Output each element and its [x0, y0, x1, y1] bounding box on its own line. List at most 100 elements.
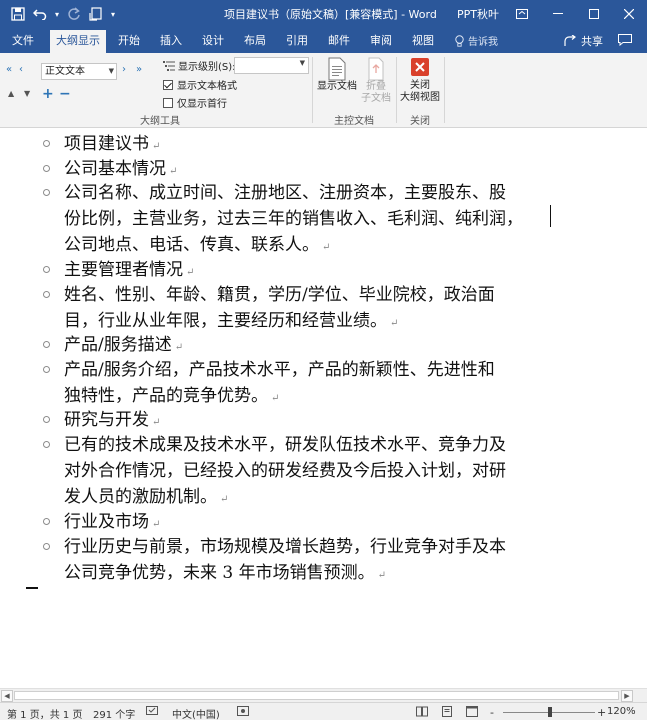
- demote-to-body-icon[interactable]: »: [136, 64, 142, 75]
- save-icon[interactable]: [8, 5, 28, 23]
- outline-bullet-icon[interactable]: [43, 189, 50, 196]
- paragraph-mark-icon: ↵: [390, 318, 399, 329]
- maximize-icon[interactable]: [576, 0, 612, 28]
- outline-bullet-icon[interactable]: [43, 518, 50, 525]
- ribbon-panel: « ‹ 正文文本 ▼ › » ▲ ▼ + − 显示级别(S): ▼ 显示文本格式…: [0, 53, 647, 128]
- group-label-master-document: 主控文档: [334, 116, 374, 127]
- group-label-close: 关闭: [410, 116, 430, 127]
- tab-layout[interactable]: 布局: [237, 28, 273, 53]
- group-separator: [444, 57, 445, 123]
- outline-bullet-icon[interactable]: [43, 416, 50, 423]
- tab-home[interactable]: 开始: [111, 28, 147, 53]
- outline-bullet-icon[interactable]: [43, 140, 50, 147]
- customize-qat-icon[interactable]: ▾: [108, 5, 118, 23]
- paragraph-mark-icon: ↵: [152, 417, 161, 428]
- show-first-line-only-checkbox[interactable]: [163, 97, 173, 108]
- show-text-formatting-label: 显示文本格式: [177, 81, 237, 92]
- show-level-label: 显示级别(S):: [178, 62, 236, 73]
- language[interactable]: 中文(中国): [172, 706, 220, 720]
- print-layout-icon[interactable]: [441, 706, 453, 720]
- collapse-subdocuments-button[interactable]: 折叠 子文档: [359, 57, 393, 105]
- paragraph-mark-icon: ↵: [271, 393, 280, 404]
- outline-text: 公司名称、成立时间、注册地区、注册资本，主要股东、股 份比例，主营业务，过去三年…: [64, 183, 523, 255]
- close-outline-view-label-2: 大纲视图: [400, 92, 440, 103]
- tab-outline[interactable]: 大纲显示: [50, 30, 106, 53]
- demote-icon[interactable]: ›: [122, 64, 126, 75]
- tell-me-box[interactable]: 告诉我: [455, 28, 498, 53]
- tab-view[interactable]: 视图: [405, 28, 441, 53]
- close-icon[interactable]: [611, 0, 647, 28]
- zoom-out-button[interactable]: -: [490, 706, 494, 719]
- show-text-formatting-checkbox[interactable]: [163, 79, 173, 90]
- outline-level-select[interactable]: 正文文本 ▼: [41, 63, 117, 80]
- title-bar: ▾ ▾ 项目建议书（原始文稿）[兼容模式] - Word PPT秋叶: [0, 0, 647, 28]
- outline-bullet-icon[interactable]: [43, 341, 50, 348]
- word-count[interactable]: 291 个字: [93, 706, 135, 720]
- undo-icon[interactable]: [30, 5, 50, 23]
- outline-text: 产品/服务介绍，产品技术水平，产品的新颖性、先进性和 独特性，产品的竞争优势。 ↵: [64, 360, 495, 406]
- outline-text: 已有的技术成果及技术水平，研发队伍技术水平、竞争力及 对外合作情况，已经投入的研…: [64, 435, 506, 507]
- tab-mailings[interactable]: 邮件: [321, 28, 357, 53]
- collapse-subdocuments-icon: [368, 57, 384, 81]
- show-first-line-only-option[interactable]: 仅显示首行: [163, 95, 227, 110]
- close-outline-view-icon: [411, 58, 429, 76]
- outline-bullet-icon[interactable]: [43, 165, 50, 172]
- paragraph-mark-icon: ↵: [152, 519, 161, 530]
- group-label-outline-tools: 大纲工具: [140, 116, 180, 127]
- window-title: 项目建议书（原始文稿）[兼容模式] - Word: [224, 8, 437, 21]
- minimize-icon[interactable]: [540, 0, 576, 28]
- page-count[interactable]: 第 1 页，共 1 页: [7, 706, 82, 720]
- redo-icon[interactable]: [64, 5, 84, 23]
- proofing-icon[interactable]: [146, 706, 158, 720]
- zoom-slider-thumb[interactable]: [548, 707, 552, 717]
- close-outline-view-button[interactable]: 关闭 大纲视图: [398, 57, 442, 104]
- tab-file[interactable]: 文件: [4, 28, 42, 53]
- outline-bullet-icon[interactable]: [43, 366, 50, 373]
- show-level-select[interactable]: ▼: [234, 57, 309, 74]
- ribbon-display-options-icon[interactable]: [504, 0, 540, 28]
- tab-references[interactable]: 引用: [279, 28, 315, 53]
- show-text-formatting-option[interactable]: 显示文本格式: [163, 77, 237, 92]
- outline-bullet-icon[interactable]: [43, 441, 50, 448]
- collapse-icon[interactable]: −: [59, 86, 71, 102]
- touch-mode-icon[interactable]: [86, 5, 106, 23]
- undo-dropdown-icon[interactable]: ▾: [52, 5, 62, 23]
- web-layout-icon[interactable]: [466, 706, 478, 720]
- outline-bullet-icon[interactable]: [43, 291, 50, 298]
- text-cursor: [550, 205, 551, 227]
- promote-icon[interactable]: ‹: [19, 64, 23, 75]
- scroll-left-icon[interactable]: ◀: [1, 690, 13, 702]
- outline-text: 行业历史与前景，市场规模及增长趋势，行业竞争对手及本 公司竞争优势，未来 3 年…: [64, 537, 506, 583]
- paragraph-mark-icon: ↵: [322, 242, 331, 253]
- paragraph-mark-icon: ↵: [174, 342, 184, 353]
- expand-icon[interactable]: +: [42, 86, 54, 102]
- tab-review[interactable]: 审阅: [363, 28, 399, 53]
- share-button[interactable]: 共享: [564, 28, 603, 53]
- zoom-in-button[interactable]: +: [597, 706, 606, 719]
- horizontal-scrollbar[interactable]: ◀ ▶: [0, 688, 647, 702]
- zoom-level[interactable]: 120%: [607, 706, 636, 717]
- show-document-label: 显示文档: [317, 81, 357, 92]
- comments-icon[interactable]: [618, 34, 632, 47]
- outline-bullet-icon[interactable]: [43, 266, 50, 273]
- tab-insert[interactable]: 插入: [153, 28, 189, 53]
- quick-access-toolbar: ▾ ▾: [8, 5, 118, 23]
- status-bar: 第 1 页，共 1 页 291 个字 中文(中国) - + 120%: [0, 702, 647, 720]
- user-name[interactable]: PPT秋叶: [457, 6, 499, 22]
- scroll-right-icon[interactable]: ▶: [621, 690, 633, 702]
- tab-design[interactable]: 设计: [195, 28, 231, 53]
- chevron-down-icon: ▼: [299, 59, 305, 67]
- end-of-document-marker: [26, 587, 38, 589]
- move-down-icon[interactable]: ▼: [24, 89, 30, 98]
- macro-recording-icon[interactable]: [237, 706, 249, 720]
- document-area[interactable]: 项目建议书 ↵ 公司基本情况 ↵ 公司名称、成立时间、注册地区、注册资本，主要股东、…: [0, 129, 647, 688]
- show-document-button[interactable]: 显示文档: [316, 57, 358, 93]
- outline-bullet-icon[interactable]: [43, 543, 50, 550]
- show-level-icon: [163, 61, 175, 71]
- move-up-icon[interactable]: ▲: [8, 89, 14, 98]
- tell-me-label: 告诉我: [468, 37, 498, 48]
- scrollbar-thumb[interactable]: [14, 691, 619, 700]
- promote-to-heading1-icon[interactable]: «: [6, 64, 12, 75]
- lightbulb-icon: [455, 34, 464, 47]
- read-mode-icon[interactable]: [416, 706, 428, 720]
